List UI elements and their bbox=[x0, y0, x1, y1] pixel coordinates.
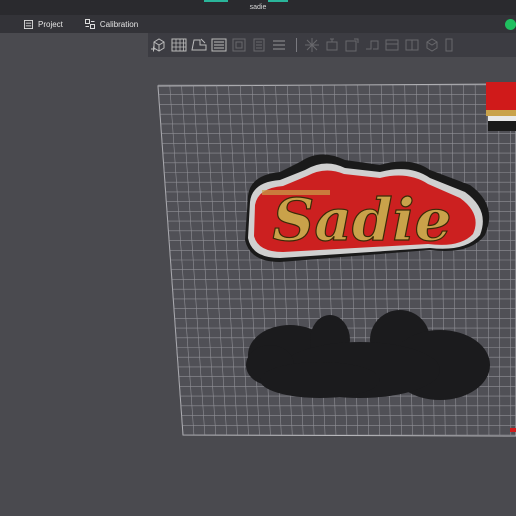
mirror-icon[interactable] bbox=[303, 36, 321, 54]
status-indicator bbox=[505, 19, 516, 30]
project-label: Project bbox=[38, 19, 63, 29]
model-text: Sadie bbox=[273, 186, 452, 254]
toolbar bbox=[148, 33, 516, 57]
title-accent bbox=[268, 0, 288, 2]
title-accent bbox=[204, 0, 228, 2]
support-icon[interactable] bbox=[323, 36, 341, 54]
grid-icon[interactable] bbox=[170, 36, 188, 54]
calibration-icon bbox=[84, 19, 95, 29]
scale-icon[interactable] bbox=[270, 36, 288, 54]
window-title: sadie bbox=[249, 4, 267, 11]
layout-icon[interactable] bbox=[190, 36, 208, 54]
calibration-tab[interactable]: Calibration bbox=[84, 19, 139, 29]
axis-marker bbox=[510, 428, 516, 432]
assemble-icon[interactable] bbox=[423, 36, 441, 54]
add-cube-icon[interactable] bbox=[150, 36, 168, 54]
rotate-icon[interactable] bbox=[250, 36, 268, 54]
project-tab[interactable]: Project bbox=[24, 19, 63, 29]
list-icon[interactable] bbox=[210, 36, 228, 54]
project-icon bbox=[24, 19, 33, 29]
measure-icon[interactable] bbox=[403, 36, 421, 54]
3d-viewport[interactable]: Sadie bbox=[0, 57, 516, 516]
edge-object[interactable] bbox=[486, 82, 516, 131]
cut-icon[interactable] bbox=[230, 36, 248, 54]
arrange-icon[interactable] bbox=[443, 36, 461, 54]
menu-bar: Project Calibration bbox=[0, 15, 516, 33]
text-icon[interactable] bbox=[383, 36, 401, 54]
paint-icon[interactable] bbox=[343, 36, 361, 54]
calibration-label: Calibration bbox=[99, 19, 139, 29]
toolbar-separator bbox=[296, 38, 297, 52]
seam-icon[interactable] bbox=[363, 36, 381, 54]
title-bar: sadie bbox=[0, 0, 516, 15]
